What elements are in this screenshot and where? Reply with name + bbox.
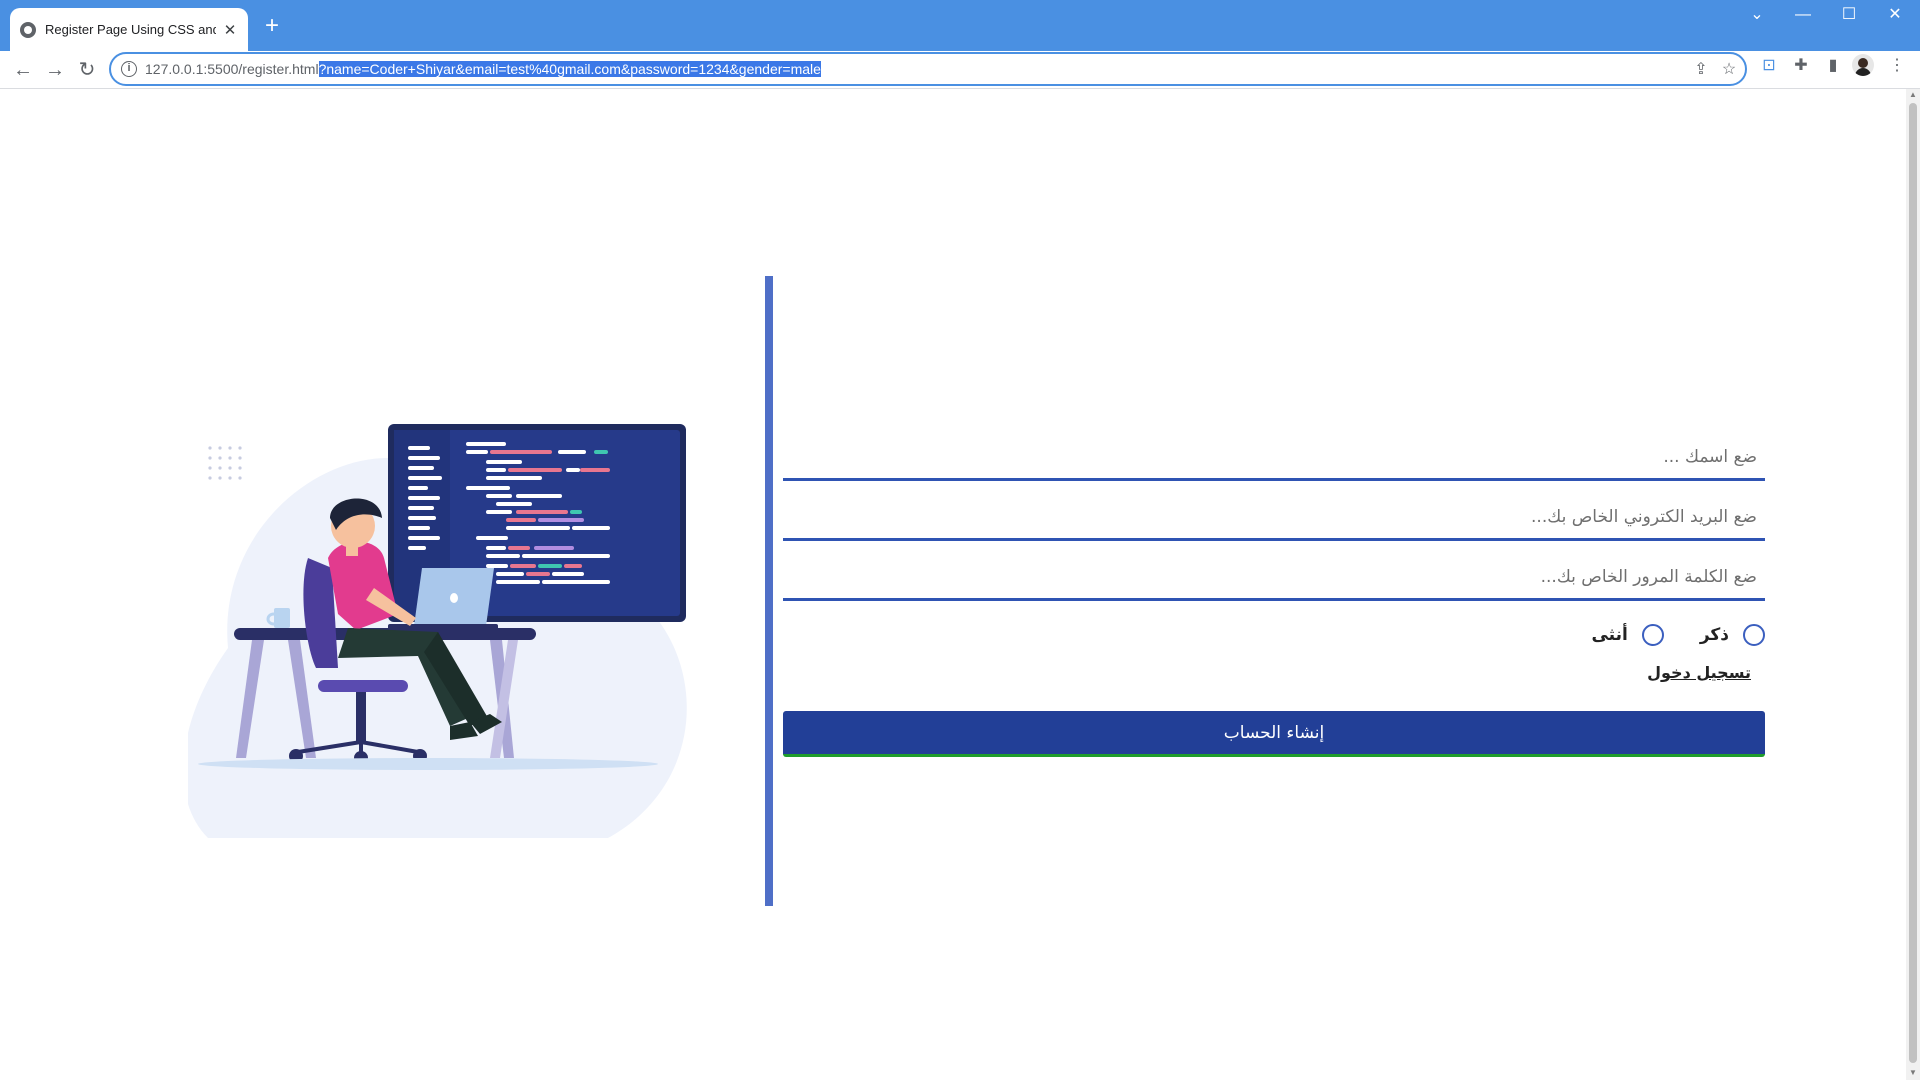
extensions-icon[interactable]: ✚	[1789, 54, 1813, 78]
menu-kebab-icon[interactable]: ⋮	[1885, 54, 1909, 78]
tab-title: Register Page Using CSS and HTML	[45, 22, 216, 37]
close-window-button[interactable]: ✕	[1872, 0, 1918, 30]
gender-female-radio[interactable]	[1641, 624, 1664, 646]
reload-icon[interactable]: ↻	[72, 55, 102, 85]
email-field-wrapper	[783, 495, 1765, 541]
gender-female-label: أنثى	[1591, 625, 1628, 645]
name-input[interactable]	[783, 435, 1765, 478]
side-panel-icon[interactable]: ▮	[1821, 54, 1845, 78]
section-divider	[765, 276, 773, 906]
browser-tab-bar: Register Page Using CSS and HTML ✕ + ⌄ —…	[0, 0, 1920, 51]
developer-illustration	[188, 424, 687, 838]
forward-icon[interactable]: →	[40, 55, 70, 85]
name-field-wrapper	[783, 435, 1765, 481]
address-bar[interactable]: i 127.0.0.1:5500/register.html?name=Code…	[109, 52, 1747, 86]
email-input[interactable]	[783, 495, 1765, 538]
back-icon[interactable]: ←	[8, 55, 38, 85]
password-field-wrapper	[783, 555, 1765, 601]
share-icon[interactable]: ⇪	[1691, 60, 1711, 80]
gender-male-label: ذكر	[1699, 625, 1729, 645]
new-tab-button[interactable]: +	[258, 12, 286, 40]
profile-avatar[interactable]	[1852, 54, 1874, 76]
bookmark-star-icon[interactable]: ☆	[1719, 60, 1739, 80]
create-account-button[interactable]: إنشاء الحساب	[783, 711, 1765, 757]
url-text[interactable]: 127.0.0.1:5500/register.html?name=Coder+…	[145, 61, 821, 77]
close-tab-icon[interactable]: ✕	[222, 21, 238, 39]
gender-group: ذكر أنثى	[783, 615, 1765, 655]
scroll-down-arrow[interactable]: ▼	[1909, 1069, 1917, 1077]
browser-toolbar: ← → ↻ i 127.0.0.1:5500/register.html?nam…	[0, 51, 1920, 89]
scrollbar-thumb[interactable]	[1909, 103, 1917, 1063]
gender-male-radio[interactable]	[1743, 624, 1765, 646]
vertical-scrollbar[interactable]: ▲ ▼	[1906, 89, 1920, 1080]
maximize-button[interactable]: ☐	[1826, 0, 1872, 30]
login-link[interactable]: تسجيل دخول	[783, 655, 1765, 691]
scroll-up-arrow[interactable]: ▲	[1909, 91, 1917, 99]
site-info-icon[interactable]: i	[121, 61, 137, 77]
minimize-button[interactable]: —	[1780, 0, 1826, 30]
register-form: ذكر أنثى تسجيل دخول إنشاء الحساب	[783, 435, 1765, 757]
url-query-selected: ?name=Coder+Shiyar&email=test%40gmail.co…	[318, 61, 821, 77]
password-input[interactable]	[783, 555, 1765, 598]
translate-icon[interactable]: ⊡	[1757, 54, 1781, 78]
url-base: 127.0.0.1:5500/register.html	[145, 61, 319, 77]
tab-search-icon[interactable]: ⌄	[1734, 0, 1780, 30]
browser-tab[interactable]: Register Page Using CSS and HTML ✕	[10, 8, 248, 51]
globe-icon	[20, 21, 36, 38]
